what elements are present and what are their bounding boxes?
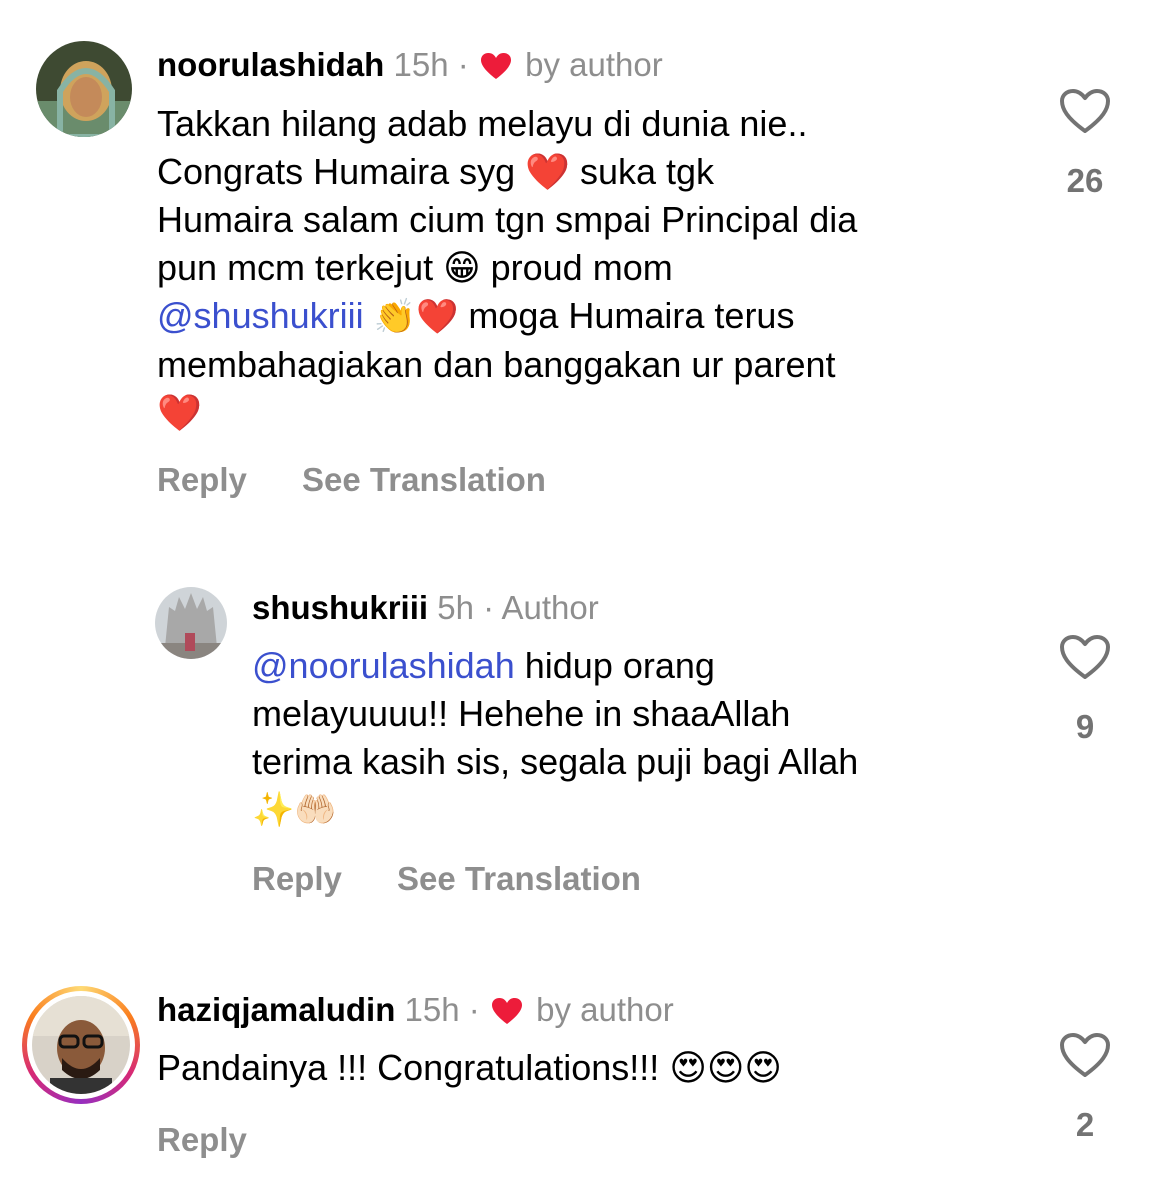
comment-meta: shushukriii 5h · Author	[252, 589, 599, 626]
username[interactable]: haziqjamaludin	[157, 991, 395, 1028]
like-count: 9	[1075, 708, 1095, 745]
like-column: 26	[1045, 88, 1125, 200]
heart-outline-icon[interactable]	[1045, 634, 1125, 680]
see-translation-button[interactable]: See Translation	[397, 860, 641, 897]
timestamp: 5h	[437, 589, 474, 626]
like-count: 2	[1075, 1106, 1095, 1143]
heart-filled-icon	[491, 994, 523, 1024]
like-column: 2	[1045, 1032, 1125, 1144]
mention-link[interactable]: @shushukriii	[157, 295, 364, 336]
comment-actions: Reply See Translation	[157, 460, 592, 500]
username[interactable]: noorulashidah	[157, 46, 384, 83]
like-column: 9	[1045, 634, 1125, 746]
heart-outline-icon[interactable]	[1045, 88, 1125, 134]
comment-actions: Reply	[157, 1120, 293, 1160]
comment-text: Takkan hilang adab melayu di dunia nie..…	[157, 103, 858, 433]
comment-meta: haziqjamaludin 15h · by author	[157, 991, 674, 1028]
comment-actions: Reply See Translation	[252, 859, 687, 899]
reply-button[interactable]: Reply	[157, 461, 247, 498]
like-count: 26	[1066, 162, 1104, 199]
author-badge: by author	[536, 991, 674, 1028]
username[interactable]: shushukriii	[252, 589, 428, 626]
comment-text: @noorulashidah hidup orang melayuuuu!! H…	[252, 645, 859, 830]
comment-meta: noorulashidah 15h · by author	[157, 46, 663, 83]
comment-text: Pandainya !!! Congratulations!!! 😍😍😍	[157, 1047, 782, 1088]
avatar[interactable]	[22, 986, 140, 1104]
heart-outline-icon[interactable]	[1045, 1032, 1125, 1078]
avatar[interactable]	[155, 587, 227, 659]
reply-button[interactable]: Reply	[252, 860, 342, 897]
see-translation-button[interactable]: See Translation	[302, 461, 546, 498]
heart-filled-icon	[480, 49, 512, 79]
timestamp: 15h	[393, 46, 449, 83]
author-badge: by author	[525, 46, 663, 83]
reply-button[interactable]: Reply	[157, 1121, 247, 1158]
timestamp: 15h	[404, 991, 460, 1028]
avatar[interactable]	[36, 41, 132, 137]
author-badge: Author	[501, 589, 599, 626]
mention-link[interactable]: @noorulashidah	[252, 645, 515, 686]
